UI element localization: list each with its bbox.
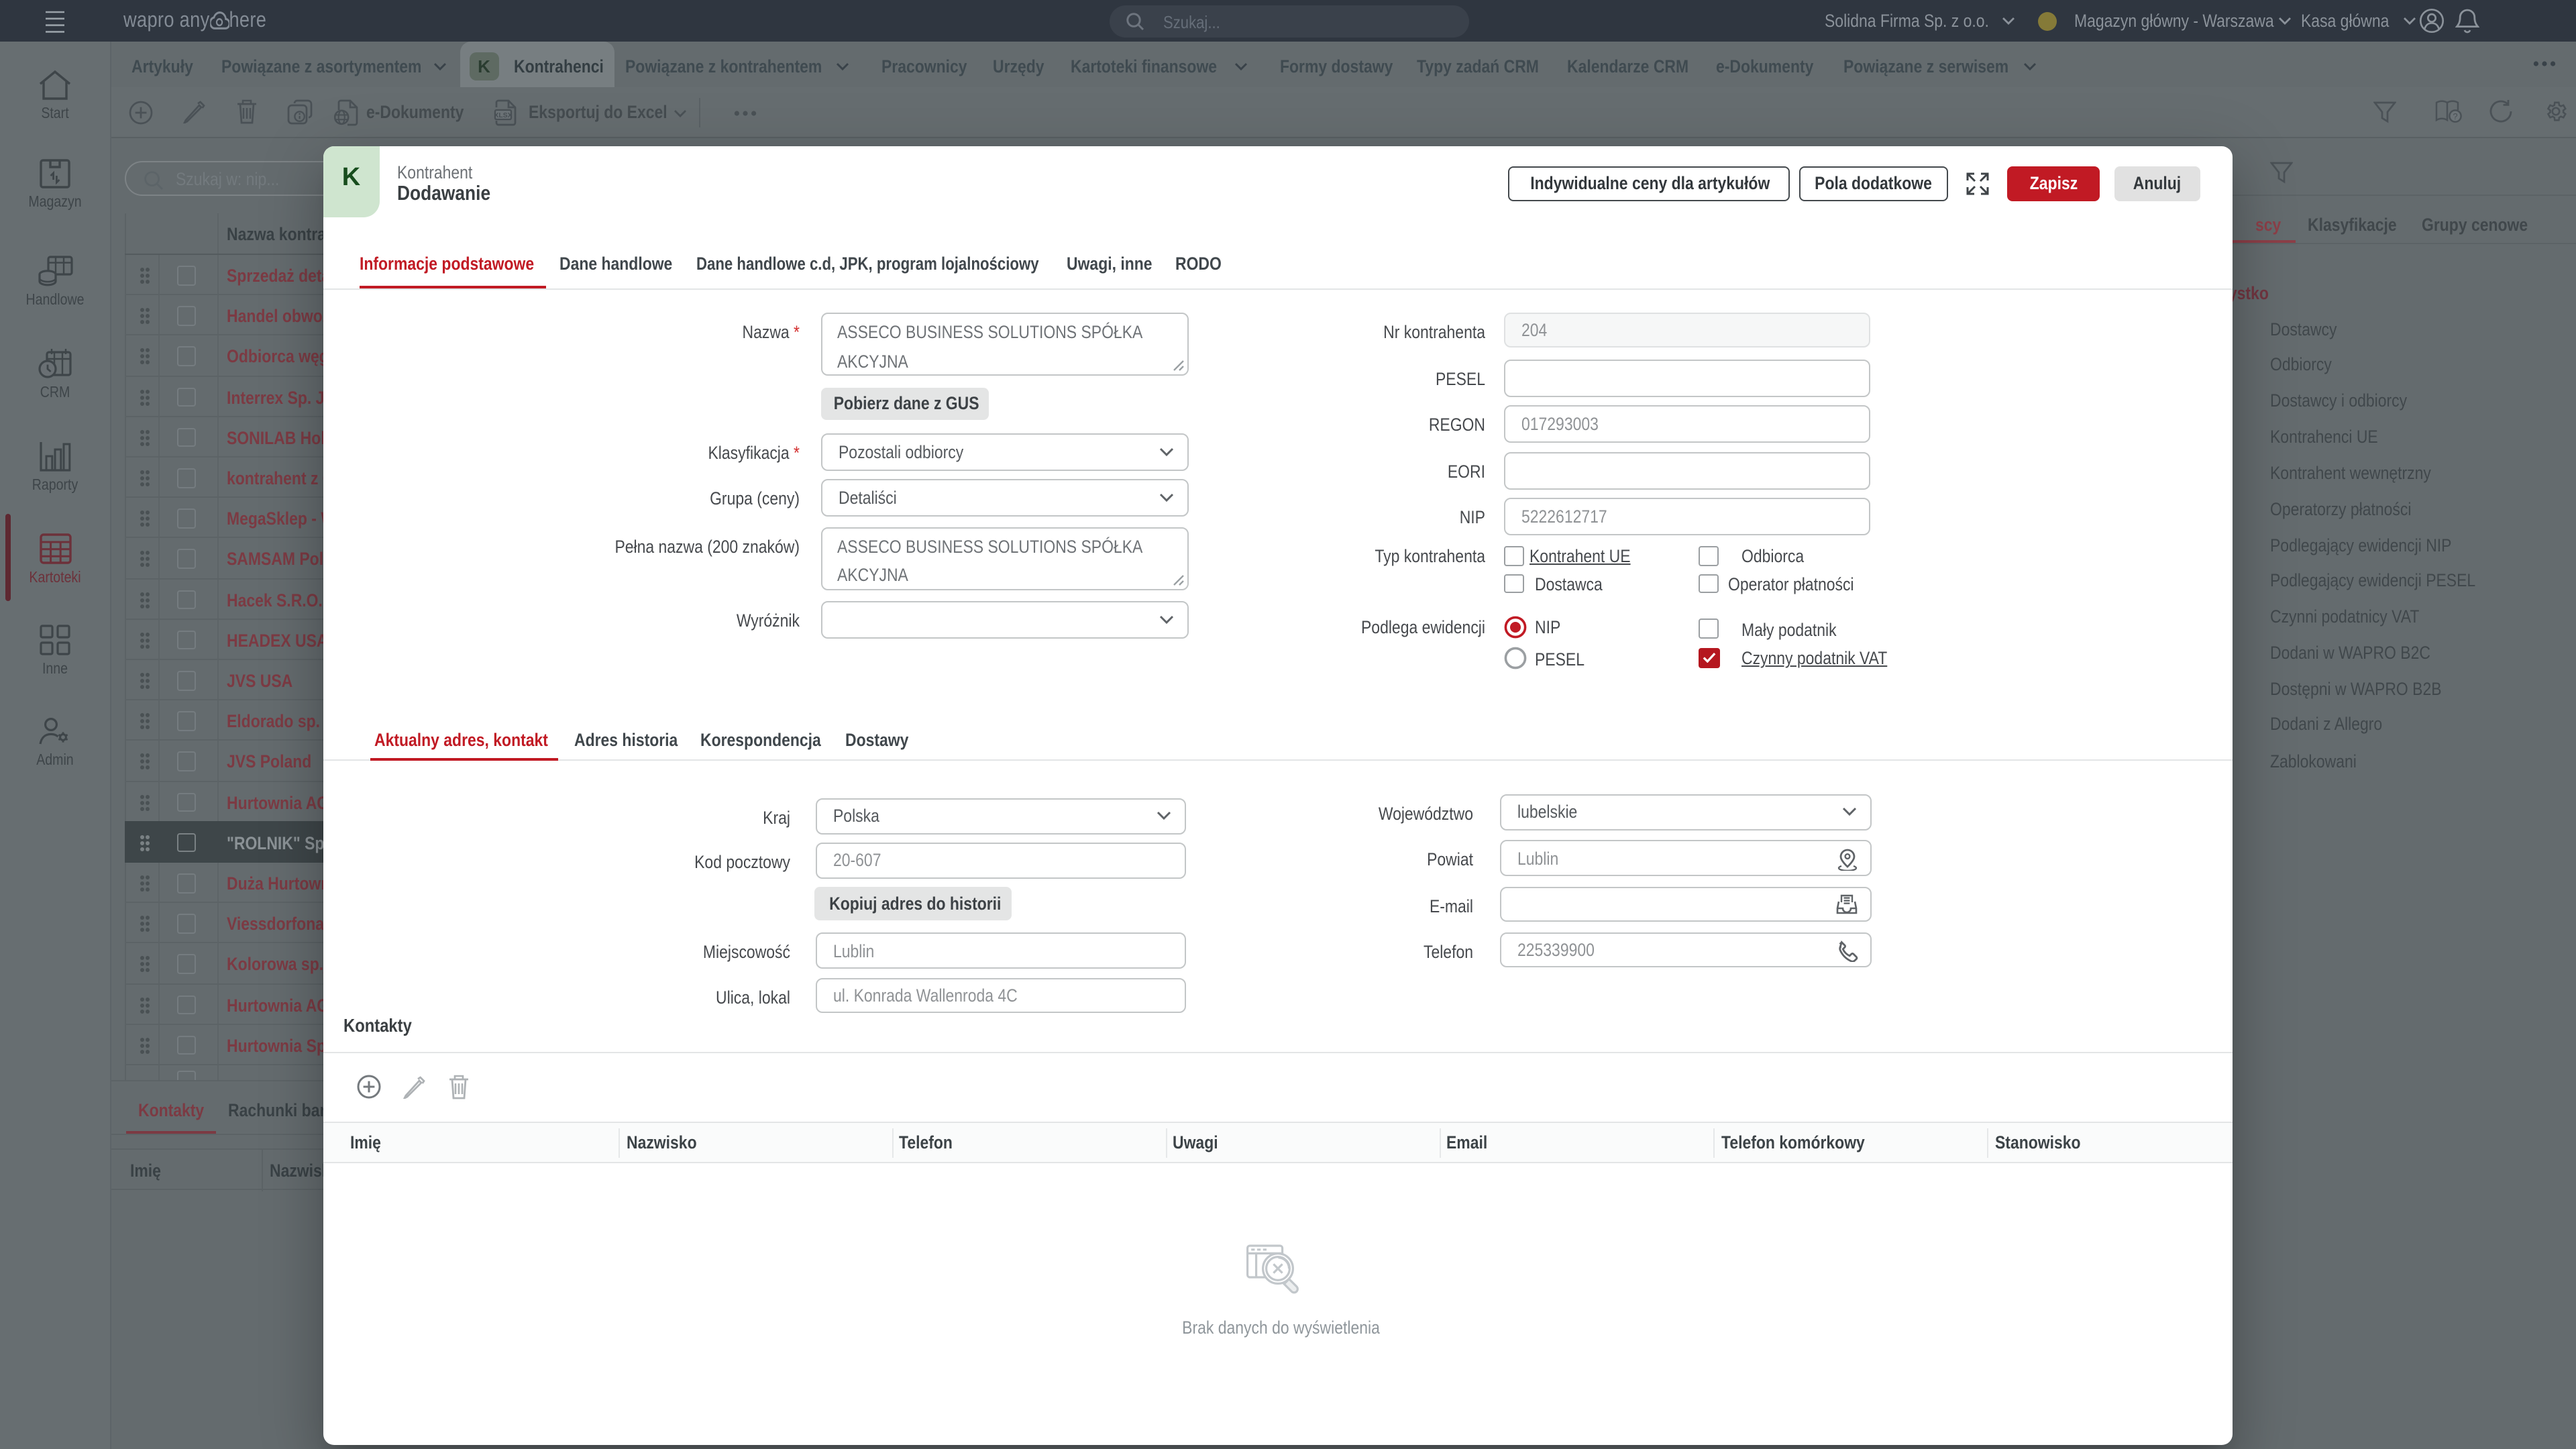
svg-text:XLSX: XLSX [494,112,512,119]
svg-text:?: ? [2453,111,2457,121]
